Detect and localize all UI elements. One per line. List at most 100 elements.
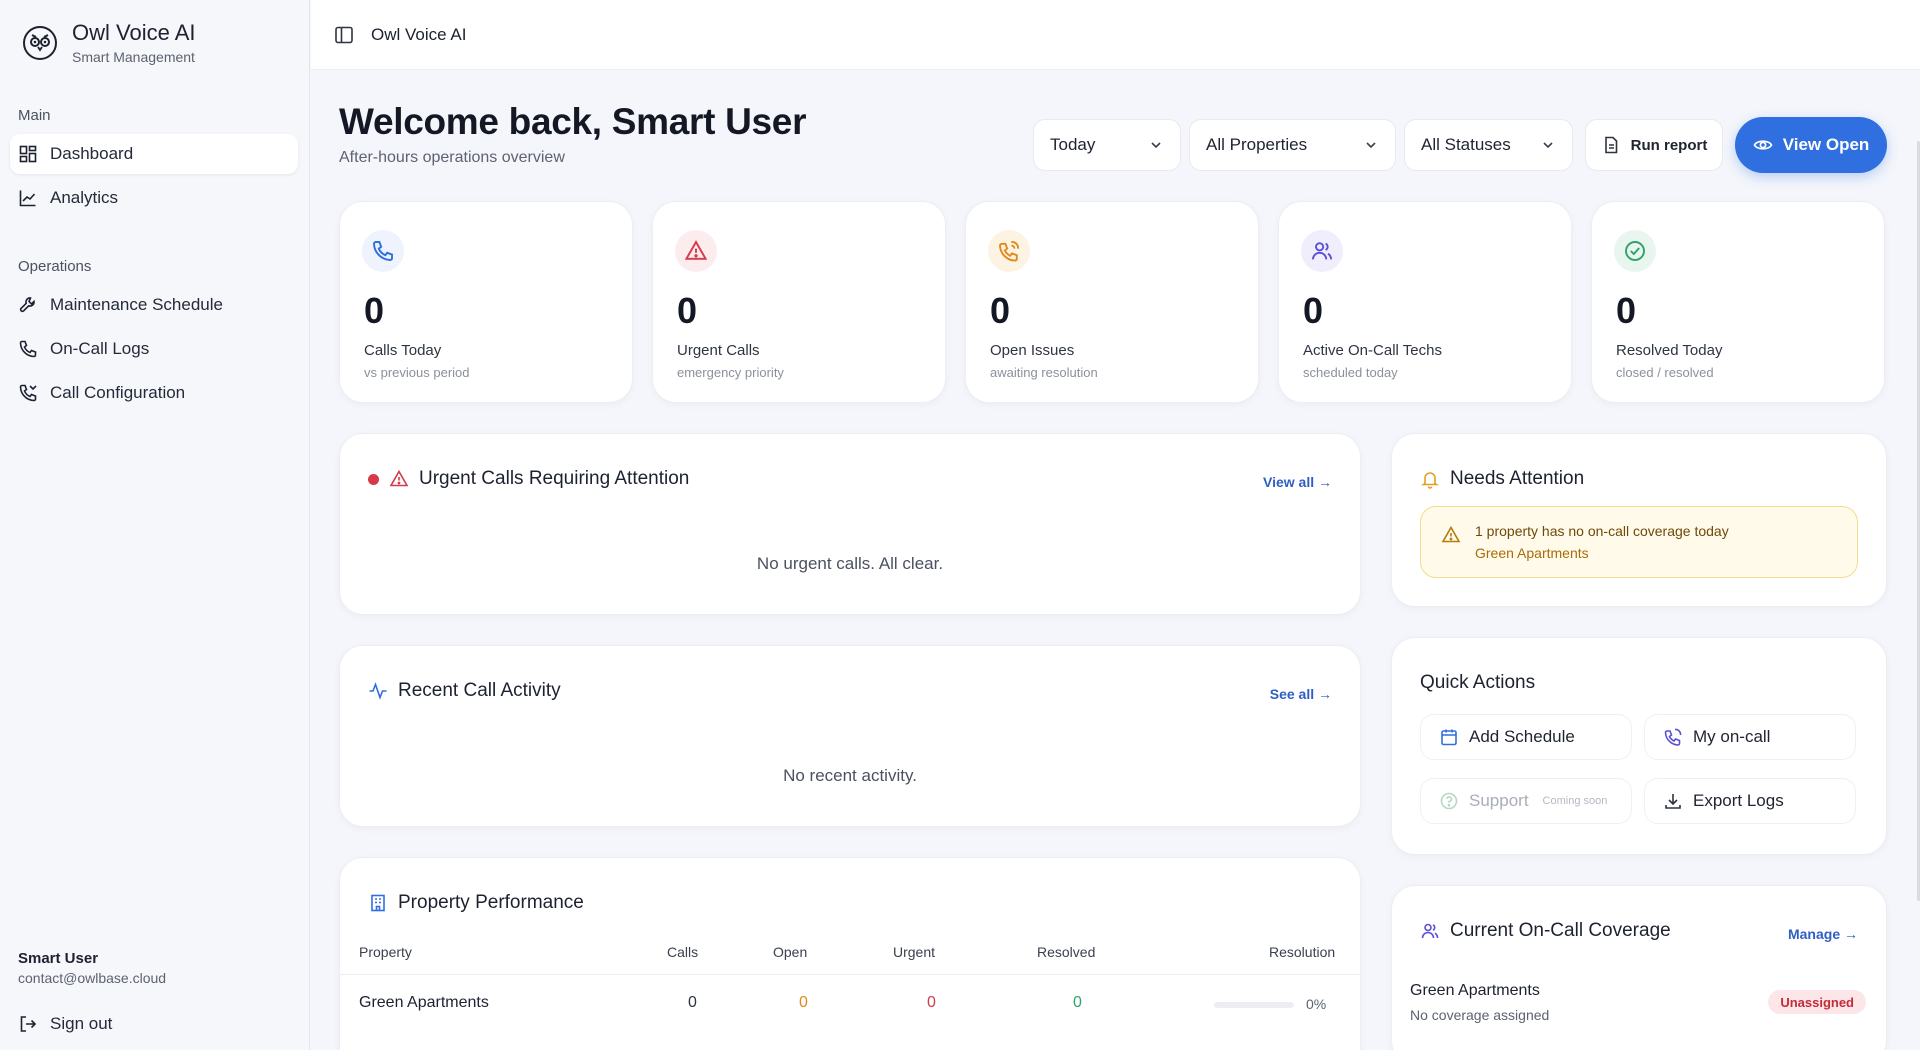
view-all-urgent-link[interactable]: View all → [1263,474,1332,490]
stat-subtext: vs previous period [364,365,470,380]
phone-ring-icon [1664,728,1682,746]
properties-select[interactable]: All Properties [1189,119,1396,171]
coverage-note: No coverage assigned [1410,1007,1550,1023]
stat-icon-wrap [988,230,1030,272]
coverage-warning-alert[interactable]: 1 property has no on-call coverage today… [1420,506,1858,578]
card-title-text: Needs Attention [1450,468,1585,489]
table-divider [340,974,1360,975]
support-button: Support Coming soon [1420,778,1632,824]
welcome-header: Welcome back, Smart User After-hours ope… [339,101,806,167]
sidebar-item-label: Call Configuration [50,383,186,402]
alert-title: 1 property has no on-call coverage today [1475,523,1729,539]
topbar-title: Owl Voice AI [371,24,467,44]
manage-coverage-link[interactable]: Manage → [1788,926,1858,942]
sign-out-icon [20,1016,37,1032]
topbar: Owl Voice AI [311,0,1920,70]
sidebar-item-analytics[interactable]: Analytics [10,178,298,218]
activity-icon [369,682,387,700]
statuses-select[interactable]: All Statuses [1404,119,1573,171]
line-chart-icon [19,190,36,207]
coming-soon-note: Coming soon [1542,795,1608,807]
user-block: Smart User contact@owlbase.cloud [18,950,166,986]
quick-actions-card: Quick Actions Add Schedule My on-call Su… [1391,637,1887,855]
stat-card-open-issues: 0 Open Issues awaiting resolution [965,201,1259,403]
main-content: Welcome back, Smart User After-hours ope… [311,71,1920,1050]
stat-subtext: scheduled today [1303,365,1398,380]
stat-label: Active On-Call Techs [1303,342,1442,359]
recent-activity-title: Recent Call Activity [368,680,561,702]
my-on-call-label: My on-call [1693,727,1771,746]
users-icon [1421,923,1439,939]
warning-triangle-icon [1441,525,1461,543]
quick-actions-title: Quick Actions [1420,672,1536,693]
brand[interactable]: Owl Voice AI Smart Management [22,20,196,65]
stat-card-resolved-today: 0 Resolved Today closed / resolved [1591,201,1885,403]
see-all-activity-link[interactable]: See all → [1270,686,1332,702]
needs-attention-card: Needs Attention 1 property has no on-cal… [1391,433,1887,607]
stat-subtext: emergency priority [677,365,784,380]
card-title-text: Urgent Calls Requiring Attention [419,468,690,489]
export-logs-label: Export Logs [1693,791,1784,810]
run-report-button[interactable]: Run report [1585,119,1723,171]
stat-card-calls-today: 0 Calls Today vs previous period [339,201,633,403]
stat-value: 0 [1303,290,1324,331]
column-header-open: Open [773,944,808,960]
sidebar-item-call-configuration[interactable]: Call Configuration [10,373,298,413]
column-header-calls: Calls [667,944,699,960]
stat-subtext: closed / resolved [1616,365,1714,380]
chevron-down-icon [1543,142,1553,149]
stat-icon-wrap [1614,230,1656,272]
period-select-value: Today [1050,135,1096,154]
card-title-text: Recent Call Activity [398,680,561,701]
stat-card-urgent-calls: 0 Urgent Calls emergency priority [652,201,946,403]
property-performance-title: Property Performance [368,892,584,914]
column-header-urgent: Urgent [893,944,936,960]
stat-icon-wrap [675,230,717,272]
column-header-resolution: Resolution [1269,944,1336,960]
support-label: Support [1469,791,1529,810]
stat-value: 0 [677,290,698,331]
check-circle-icon [1625,241,1645,261]
column-header-resolved: Resolved [1037,944,1096,960]
phone-settings-icon [19,384,37,402]
sidebar-item-label: Dashboard [50,144,134,163]
sidebar-item-on-call-logs[interactable]: On-Call Logs [10,329,298,369]
stat-value: 0 [1616,290,1637,331]
sidebar: Owl Voice AI Smart Management Main Dashb… [0,0,310,1050]
cell-property: Green Apartments [359,994,489,1011]
bell-icon [1420,472,1440,489]
warning-triangle-icon [684,240,708,260]
phone-icon [19,340,37,358]
sidebar-item-label: On-Call Logs [50,339,150,358]
document-icon [1604,136,1617,154]
cell-resolution: 0% [1306,996,1327,1012]
sidebar-item-dashboard[interactable]: Dashboard [10,134,298,174]
coverage-property: Green Apartments [1410,982,1540,999]
page-subtitle: After-hours operations overview [339,149,565,166]
alert-property: Green Apartments [1475,545,1589,561]
app-title: Owl Voice AI [72,20,196,45]
sign-out-button[interactable]: Sign out [18,1014,112,1034]
my-on-call-button[interactable]: My on-call [1644,714,1856,760]
urgent-calls-card: Urgent Calls Requiring Attention View al… [339,433,1361,615]
user-name: Smart User [18,950,99,967]
warning-triangle-icon [389,469,409,487]
nav-group-main: Main [18,107,51,124]
cell-urgent: 0 [927,994,936,1011]
user-email: contact@owlbase.cloud [18,970,167,986]
view-open-button[interactable]: View Open [1735,117,1887,173]
stat-label: Open Issues [990,342,1075,359]
stat-icon-wrap [362,230,404,272]
export-logs-button[interactable]: Export Logs [1644,778,1856,824]
stat-value: 0 [364,290,385,331]
period-select[interactable]: Today [1033,119,1181,171]
stat-value: 0 [990,290,1011,331]
status-badge: Unassigned [1768,990,1866,1014]
stat-label: Resolved Today [1616,342,1723,359]
sidebar-item-label: Maintenance Schedule [50,295,223,314]
sign-out-label: Sign out [50,1014,113,1033]
on-call-coverage-title: Current On-Call Coverage [1420,920,1671,942]
add-schedule-button[interactable]: Add Schedule [1420,714,1632,760]
sidebar-toggle-icon[interactable] [333,24,355,46]
sidebar-item-maintenance-schedule[interactable]: Maintenance Schedule [10,285,298,325]
